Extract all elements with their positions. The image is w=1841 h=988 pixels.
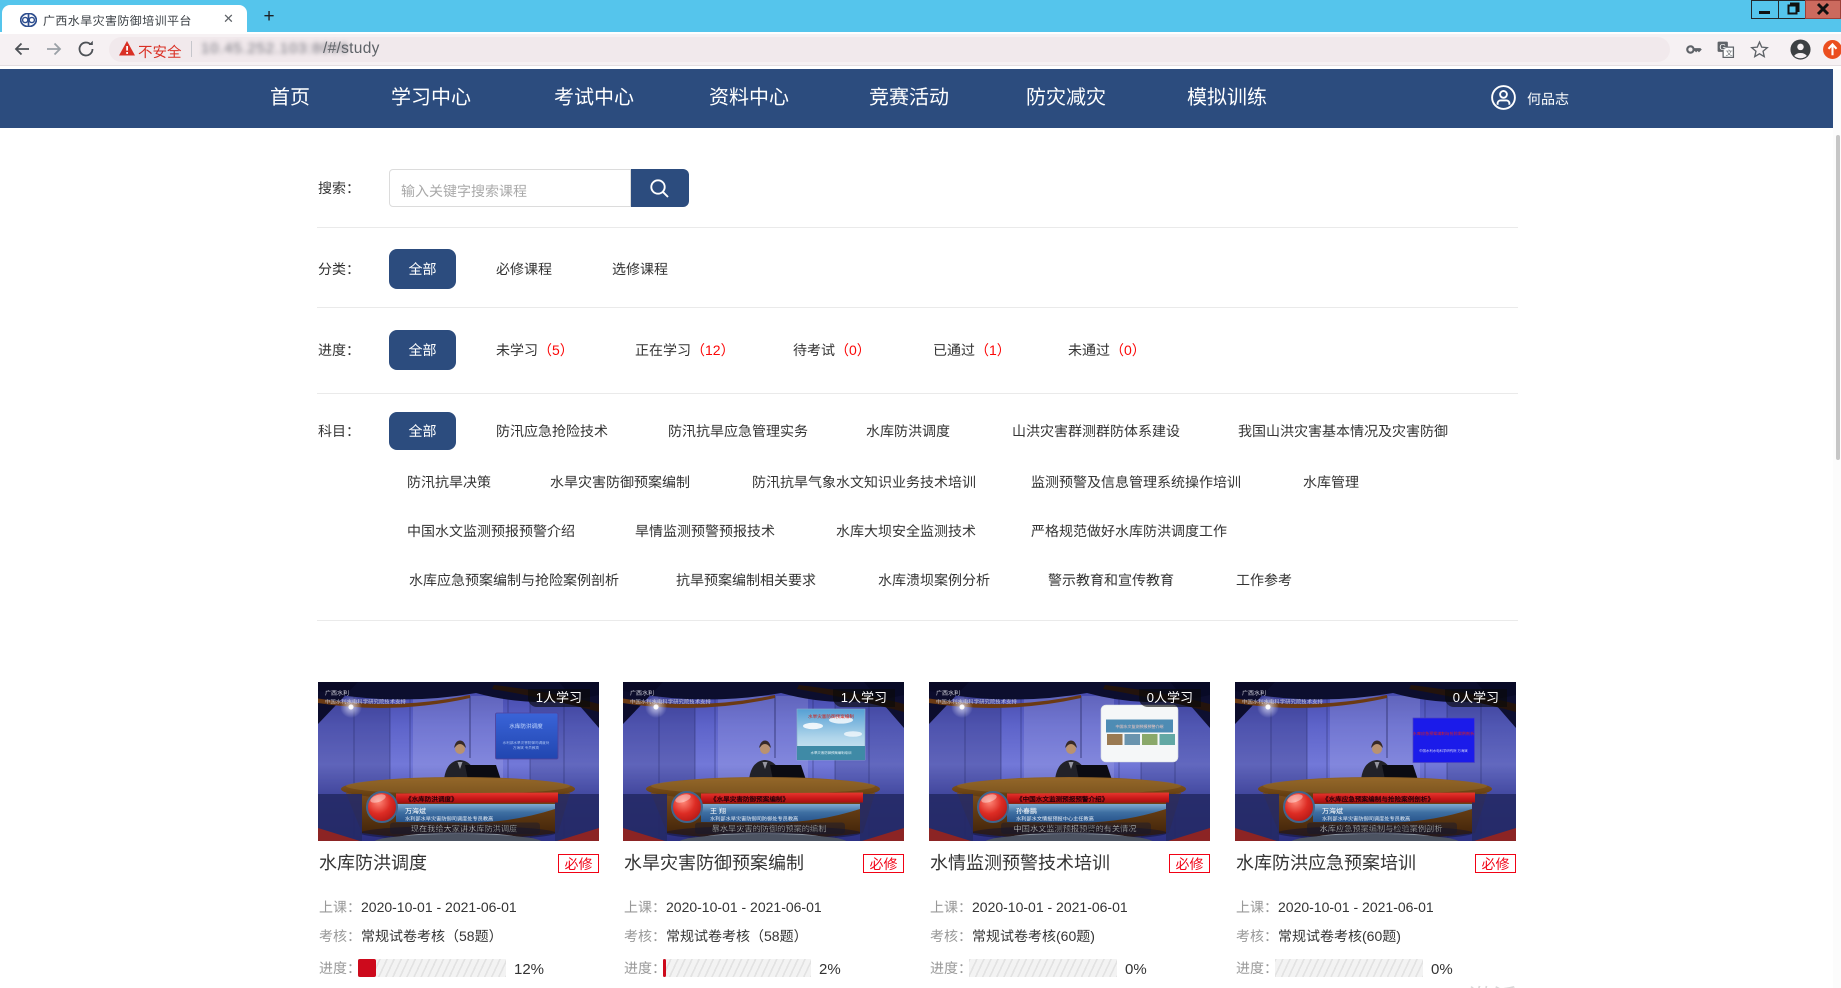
svg-text:中国水利水电科学研究院技术支持: 中国水利水电科学研究院技术支持 <box>325 699 406 706</box>
svg-text:万海斌: 万海斌 <box>405 808 426 816</box>
svg-text:《水旱灾害防御预案编制》: 《水旱灾害防御预案编制》 <box>710 796 789 804</box>
svg-text:中国水利水电科学研究院技术支持: 中国水利水电科学研究院技术支持 <box>1242 699 1323 706</box>
svg-text:中国水文监测预报预警的有关情况: 中国水文监测预报预警的有关情况 <box>1014 825 1137 834</box>
svg-text:广西水利: 广西水利 <box>630 689 654 697</box>
svg-text:文: 文 <box>1726 48 1733 57</box>
svg-text:水旱灾害防御预案编制培训: 水旱灾害防御预案编制培训 <box>811 751 852 755</box>
svg-text:万海斌 专员教高: 万海斌 专员教高 <box>513 745 540 750</box>
svg-text:水利部水旱灾害防御司调度处专员教高: 水利部水旱灾害防御司调度处专员教高 <box>1322 816 1410 823</box>
svg-text:《水库防洪调度》: 《水库防洪调度》 <box>405 796 458 804</box>
svg-text:中国水利水电科学研究院技术支持: 中国水利水电科学研究院技术支持 <box>936 699 1017 706</box>
svg-text:广西水利: 广西水利 <box>325 689 349 697</box>
svg-text:万海斌: 万海斌 <box>1322 808 1343 816</box>
svg-text:暴水旱灾害的防御的预案的编制: 暴水旱灾害的防御的预案的编制 <box>712 825 827 834</box>
svg-text:王 翔: 王 翔 <box>710 808 726 816</box>
svg-text:中国水文监测预报预警介绍: 中国水文监测预报预警介绍 <box>1116 724 1164 729</box>
svg-text:《中国水文监测预报预警介绍》: 《中国水文监测预报预警介绍》 <box>1016 796 1108 804</box>
svg-text:水利部水旱灾害防御司调度处: 水利部水旱灾害防御司调度处 <box>503 740 550 745</box>
svg-text:水利部水文情报预报中心主任教高: 水利部水文情报预报中心主任教高 <box>1016 816 1094 823</box>
svg-text:广西水利: 广西水利 <box>1242 689 1266 697</box>
svg-text:水库防洪调度: 水库防洪调度 <box>509 723 543 730</box>
svg-text:水利部水旱灾害防御司调度处专员教高: 水利部水旱灾害防御司调度处专员教高 <box>405 816 493 823</box>
svg-text:水库应急预案编制与抢险案例剖析: 水库应急预案编制与抢险案例剖析 <box>1413 731 1474 736</box>
svg-text:中国水利水电科学研究院 万海斌: 中国水利水电科学研究院 万海斌 <box>1419 749 1468 753</box>
svg-text:广西水利: 广西水利 <box>936 689 960 697</box>
svg-text:现在我给大家讲水库防洪调度: 现在我给大家讲水库防洪调度 <box>411 825 517 834</box>
svg-text:水旱灾害防御预案编制: 水旱灾害防御预案编制 <box>808 714 854 719</box>
svg-text:水利部水旱灾害防御司防御处专员教高: 水利部水旱灾害防御司防御处专员教高 <box>710 816 798 823</box>
svg-text:中国水利水电科学研究院技术支持: 中国水利水电科学研究院技术支持 <box>630 699 711 706</box>
svg-text:水库应急预案编制与检验案例剖析: 水库应急预案编制与检验案例剖析 <box>1320 825 1443 834</box>
svg-text:孙春鹏: 孙春鹏 <box>1016 808 1037 816</box>
svg-text:《水库应急预案编制与抢险案例剖析》: 《水库应急预案编制与抢险案例剖析》 <box>1322 796 1434 804</box>
